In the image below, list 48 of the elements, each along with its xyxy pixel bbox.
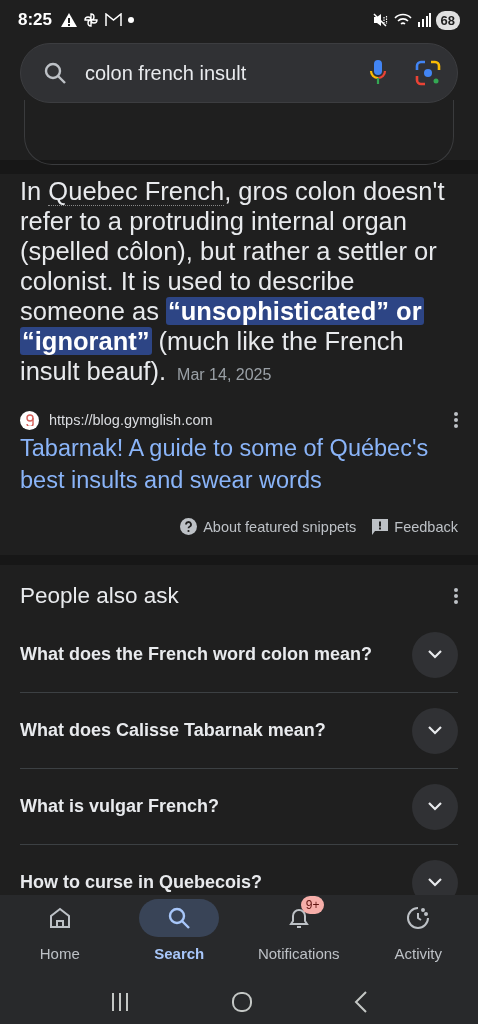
more-options-icon[interactable] — [454, 412, 458, 428]
search-input[interactable]: colon french insult — [85, 61, 369, 85]
feedback-icon — [372, 518, 389, 535]
more-options-icon[interactable] — [454, 588, 458, 604]
search-icon — [168, 907, 191, 929]
feedback-button[interactable]: Feedback — [372, 518, 458, 535]
help-icon — [180, 518, 198, 535]
question-text[interactable]: What is vulgar French? — [20, 796, 412, 817]
nav-tab[interactable]: 9+ Notifications — [239, 899, 359, 980]
pinwheel-icon — [83, 12, 100, 28]
chevron-down-icon — [428, 802, 442, 811]
microphone-icon[interactable] — [369, 60, 387, 86]
search-icon — [43, 61, 67, 85]
nav-tab[interactable]: Home — [0, 899, 120, 980]
warning-icon — [61, 13, 78, 27]
mute-icon — [372, 13, 389, 27]
home-icon — [48, 907, 71, 929]
letter-g-icon — [24, 414, 35, 426]
term-link[interactable]: Quebec French — [48, 177, 225, 206]
question-text[interactable]: How to curse in Quebecois? — [20, 872, 412, 893]
result-title-link[interactable]: Tabarnak! A guide to some of Québec's best insults and swear words — [20, 432, 458, 496]
recent-apps-icon[interactable] — [110, 992, 131, 1012]
source-url: https://blog.gymglish.com — [49, 412, 213, 428]
lens-icon[interactable] — [415, 60, 441, 86]
nav-tab[interactable]: Activity — [358, 899, 478, 980]
snippet-paragraph: In Quebec French, gros colon doesn't refer to a protruding internal organ (spelled côlon), but rather a settler or colonist. It is used to describe someone as “unsophisticated” or “ignorant” (much like the French insult beauf). Mar 14, 2025 — [20, 176, 446, 387]
search-bar[interactable]: colon french insult — [20, 43, 458, 103]
bell-icon — [288, 907, 309, 929]
dot-icon — [128, 17, 135, 23]
wifi-icon — [393, 13, 412, 27]
status-time: 8:25 — [18, 10, 53, 30]
nav-tab[interactable]: Search — [119, 899, 239, 980]
mail-icon — [105, 13, 123, 27]
notification-badge: 9+ — [300, 896, 325, 914]
chevron-down-icon — [428, 650, 442, 659]
about-snippets-link[interactable]: About featured snippets — [180, 518, 357, 535]
activity-icon — [406, 906, 431, 930]
battery-level: 68 — [435, 10, 460, 30]
back-icon[interactable] — [353, 991, 368, 1013]
signal-icon — [416, 13, 431, 27]
question-text[interactable]: What does Calisse Tabarnak mean? — [20, 720, 412, 741]
section-heading: People also ask — [20, 583, 179, 609]
chevron-down-icon — [428, 726, 442, 735]
home-button-icon[interactable] — [231, 991, 253, 1013]
expand-button[interactable] — [412, 859, 458, 895]
question-text[interactable]: What does the French word colon mean? — [20, 644, 412, 665]
date-text: Mar 14, 2025 — [177, 366, 272, 383]
chevron-down-icon — [428, 878, 442, 887]
